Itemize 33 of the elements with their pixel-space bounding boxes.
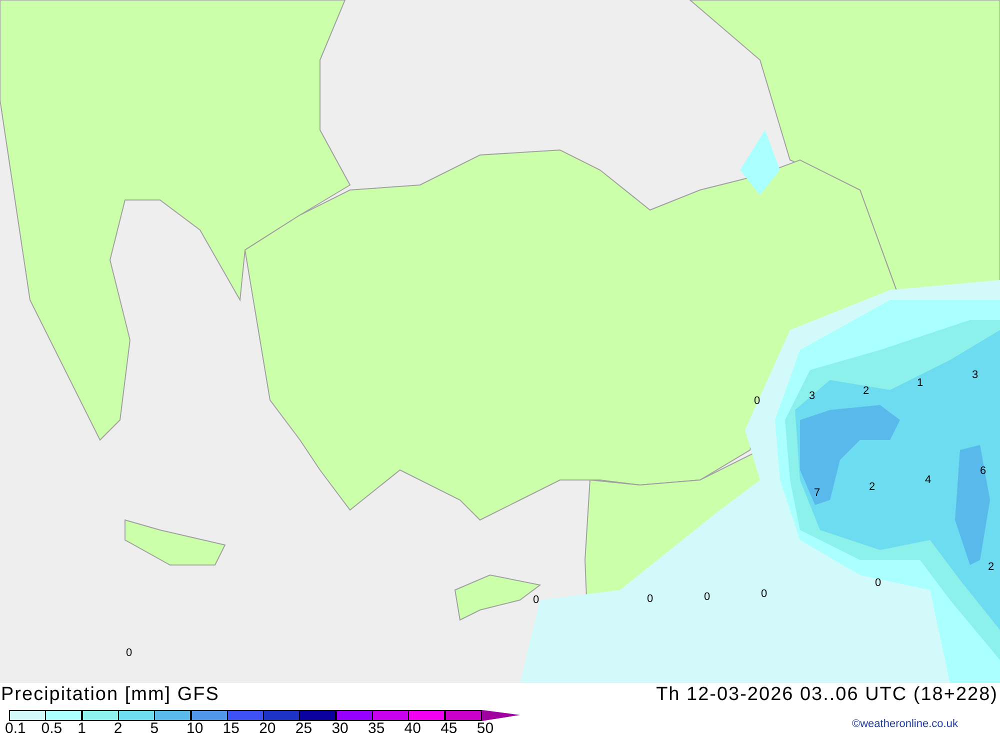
legend-label: 40 (404, 721, 421, 733)
legend-label: 10 (186, 721, 204, 733)
value-label: 2 (863, 385, 870, 397)
valid-time: Th 12-03-2026 03..06 UTC (18+228) (656, 684, 998, 706)
legend-label: 45 (440, 721, 458, 733)
legend-label: 0.1 (5, 721, 26, 733)
legend-label: 35 (368, 721, 385, 733)
value-label: 0 (754, 395, 760, 407)
legend-label: 30 (332, 721, 348, 733)
legend-label: 1 (78, 721, 86, 733)
value-label: 3 (972, 369, 978, 381)
legend-label: 0.5 (41, 721, 62, 733)
value-label: 7 (814, 487, 820, 499)
value-label: 3 (809, 390, 816, 402)
value-label: 0 (761, 588, 768, 600)
legend-label: 2 (114, 721, 122, 733)
value-label: 2 (869, 481, 876, 493)
value-label: 2 (988, 561, 994, 573)
map-title: Precipitation [mm] GFS (1, 684, 220, 706)
legend-label: 5 (150, 721, 159, 733)
value-label: 0 (875, 577, 882, 589)
value-label: 0 (647, 593, 654, 605)
credit-link[interactable]: ©weatheronline.co.uk (852, 718, 958, 731)
value-label: 0 (704, 591, 710, 603)
legend-label: 25 (295, 721, 312, 733)
value-label: 6 (980, 465, 986, 477)
value-label: 0 (126, 647, 132, 659)
legend-label: 20 (259, 721, 276, 733)
legend-label: 15 (222, 721, 240, 733)
value-label: 1 (917, 377, 924, 389)
value-label: 4 (925, 474, 932, 486)
legend-label: 50 (476, 721, 494, 733)
value-label: 0 (533, 594, 540, 606)
